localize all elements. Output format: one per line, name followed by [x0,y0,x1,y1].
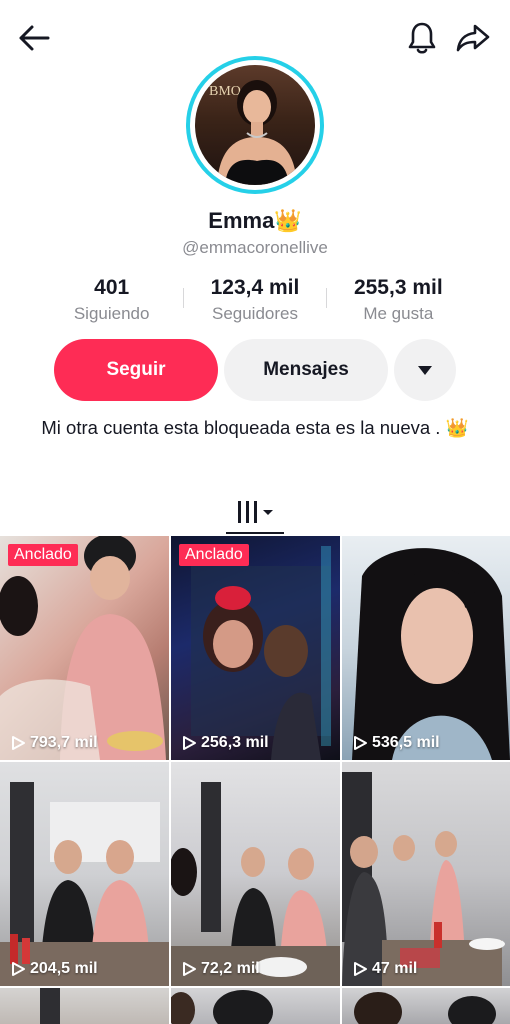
crown-emoji: 👑 [274,208,302,233]
following-stat[interactable]: 401 Siguiendo [40,276,183,328]
pinned-badge: Anclado [8,544,78,566]
more-options-button[interactable] [394,339,456,401]
caret-down-icon [418,366,432,375]
profile-bio: Mi otra cuenta esta bloqueada esta es la… [41,417,469,438]
video-thumbnail[interactable]: 204,5 mil [0,762,169,986]
likes-label: Me gusta [363,304,434,323]
followers-count: 123,4 mil [210,276,300,299]
video-thumbnail[interactable]: Anclado 256,3 mil [171,536,340,760]
stat-divider [326,288,327,308]
video-thumbnail[interactable] [342,988,510,1024]
content-tabs [0,488,510,536]
arrow-left-icon [19,25,50,51]
share-button[interactable] [450,16,496,60]
play-icon [183,962,196,976]
view-count-text: 793,7 mil [30,734,98,751]
share-arrow-icon [456,24,490,52]
profile-stats: 401 Siguiendo 123,4 mil Seguidores 255,3… [40,276,470,328]
active-tab-indicator [226,532,284,534]
followers-stat[interactable]: 123,4 mil Seguidores [183,276,326,328]
username-handle: @emmacoronellive [182,238,328,257]
video-thumbnail[interactable]: Anclado 793,7 mil [0,536,169,760]
messages-button[interactable]: Mensajes [224,339,388,401]
stat-divider [183,288,184,308]
following-count: 401 [94,276,130,299]
display-name: Emma [208,208,275,233]
notifications-button[interactable] [400,16,444,60]
bell-icon [408,22,436,54]
view-count-text: 204,5 mil [30,960,98,977]
video-thumbnail[interactable] [0,988,169,1024]
tab-videos[interactable] [226,488,284,536]
view-count-text: 256,3 mil [201,734,269,751]
view-count: 256,3 mil [181,734,269,752]
video-grid: Anclado 793,7 mil Anclado 256,3 mil 536,… [0,536,510,1024]
play-icon [354,736,367,750]
video-thumbnail[interactable] [171,988,340,1024]
view-count: 72,2 mil [181,960,260,978]
view-count: 536,5 mil [352,734,440,752]
video-thumbnail[interactable]: 72,2 mil [171,762,340,986]
followers-label: Seguidores [211,304,298,323]
play-icon [354,962,367,976]
profile-name: Emma👑 [0,208,510,234]
avatar-background-text: BMO [209,84,241,99]
following-label: Siguiendo [73,304,150,323]
likes-count: 255,3 mil [353,276,443,299]
video-grid-icon [238,501,273,523]
avatar[interactable]: BMO [186,56,324,194]
view-count: 204,5 mil [10,960,98,978]
back-button[interactable] [12,18,56,58]
view-count-text: 72,2 mil [201,960,260,977]
play-icon [12,962,25,976]
view-count-text: 47 mil [372,960,418,977]
follow-button[interactable]: Seguir [54,339,218,401]
video-thumbnail[interactable]: 536,5 mil [342,536,510,760]
view-count: 793,7 mil [10,734,98,752]
view-count-text: 536,5 mil [372,734,440,751]
video-thumbnail[interactable]: 47 mil [342,762,510,986]
avatar-photo: BMO [195,65,315,185]
likes-stat[interactable]: 255,3 mil Me gusta [327,276,470,328]
play-icon [183,736,196,750]
view-count: 47 mil [352,960,417,978]
play-icon [12,736,25,750]
pinned-badge: Anclado [179,544,249,566]
